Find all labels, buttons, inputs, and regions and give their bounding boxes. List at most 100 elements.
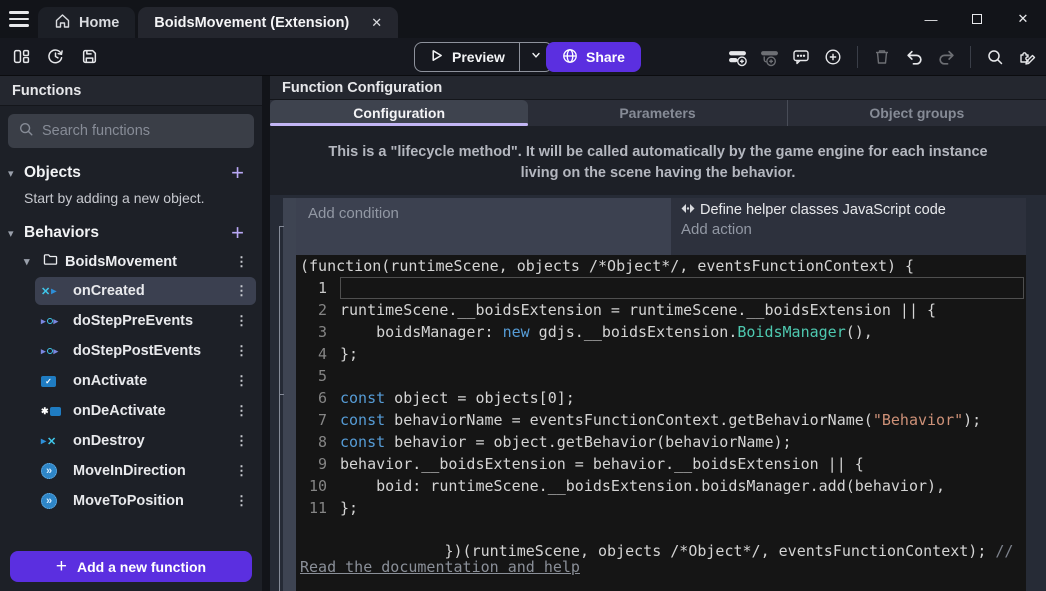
objects-section-title: Objects (24, 164, 81, 182)
add-object-button[interactable]: + (225, 164, 250, 182)
save-project-button[interactable] (76, 44, 102, 70)
tab-home[interactable]: Home (38, 7, 135, 38)
tab-object-groups[interactable]: Object groups (787, 100, 1046, 126)
function-menu-button[interactable]: ⋮ (231, 313, 252, 329)
toolbar-right-group (724, 44, 1040, 70)
add-function-button[interactable]: + Add a new function (10, 551, 252, 582)
code-line-10[interactable]: 10 boid: runtimeScene.__boidsExtension.b… (296, 475, 1026, 497)
lifecycle-created-icon: ✕▸ (41, 285, 65, 298)
toolbar-left-group (0, 44, 102, 70)
event-drag-handle[interactable] (283, 198, 296, 591)
code-line-5[interactable]: 5 (296, 365, 1026, 387)
search-functions-input[interactable] (42, 123, 244, 139)
open-project-manager-button[interactable] (8, 44, 34, 70)
share-button[interactable]: Share (546, 42, 641, 72)
undo-button[interactable] (901, 44, 927, 70)
code-line-11[interactable]: 11}; (296, 497, 1026, 519)
minimize-button[interactable]: — (908, 0, 954, 38)
panel-divider[interactable] (262, 76, 270, 591)
function-item-onDeActivate[interactable]: ✱ onDeActivate ⋮ (35, 397, 256, 425)
code-line-2[interactable]: 2runtimeScene.__boidsExtension = runtime… (296, 299, 1026, 321)
objects-empty-hint: Start by adding a new object. (0, 188, 262, 216)
search-events-button[interactable] (982, 44, 1008, 70)
folder-name: BoidsMovement (65, 254, 177, 270)
code-wrapper-close: })(runtimeScene, objects /*Object*/, eve… (296, 519, 1026, 591)
function-item-doStepPostEvents[interactable]: ▸▸ doStepPostEvents ⋮ (35, 337, 256, 365)
maximize-button[interactable] (954, 0, 1000, 38)
js-code-event[interactable]: Add condition Define helper classes Java… (283, 198, 1026, 591)
behaviors-section-title: Behaviors (24, 224, 99, 242)
delete-selection-button[interactable] (869, 44, 895, 70)
add-event-button[interactable] (724, 44, 750, 70)
function-item-MoveToPosition[interactable]: » MoveToPosition ⋮ (35, 487, 256, 515)
undo-icon (905, 48, 924, 67)
folder-menu-button[interactable]: ⋮ (231, 254, 252, 270)
function-item-onActivate[interactable]: ✓ onActivate ⋮ (35, 367, 256, 395)
code-line-3[interactable]: 3 boidsManager: new gdjs.__boidsExtensio… (296, 321, 1026, 343)
code-line-4[interactable]: 4}; (296, 343, 1026, 365)
function-menu-button[interactable]: ⋮ (231, 283, 252, 299)
toolbar-divider (857, 46, 858, 68)
function-menu-button[interactable]: ⋮ (231, 463, 252, 479)
code-lines: 12runtimeScene.__boidsExtension = runtim… (296, 277, 1026, 519)
search-functions-box[interactable] (8, 114, 254, 148)
chevron-down-icon[interactable]: ▾ (8, 167, 24, 180)
tab-parameters[interactable]: Parameters (528, 100, 786, 126)
add-sub-event-button[interactable] (756, 44, 782, 70)
close-tab-button[interactable]: ✕ (371, 15, 382, 31)
main-menu-button[interactable] (0, 0, 38, 38)
version-history-button[interactable] (42, 44, 68, 70)
functions-panel: Functions ▾ Objects + Start by adding a … (0, 76, 262, 591)
js-event-title-row[interactable]: Define helper classes JavaScript code (681, 202, 1016, 218)
add-comment-button[interactable] (788, 44, 814, 70)
chevron-down-icon (530, 48, 542, 66)
add-behavior-button[interactable]: + (225, 224, 250, 242)
function-menu-button[interactable]: ⋮ (231, 403, 252, 419)
toolbar-divider (970, 46, 971, 68)
function-name: doStepPostEvents (73, 343, 201, 359)
function-item-onCreated[interactable]: ✕▸ onCreated ⋮ (35, 277, 256, 305)
function-name: doStepPreEvents (73, 313, 193, 329)
code-line-7[interactable]: 7const behaviorName = eventsFunctionCont… (296, 409, 1026, 431)
gdevelop-window: Home BoidsMovement (Extension) ✕ — ✕ (0, 0, 1046, 591)
preview-button[interactable]: Preview (415, 43, 519, 71)
function-menu-button[interactable]: ⋮ (231, 433, 252, 449)
behavior-folder-boidsmovement[interactable]: ▾ BoidsMovement ⋮ (0, 248, 262, 275)
add-condition-button[interactable]: Add condition (296, 198, 671, 255)
chevron-down-icon[interactable]: ▾ (24, 255, 36, 268)
function-menu-button[interactable]: ⋮ (231, 373, 252, 389)
code-line-1[interactable]: 1 (296, 277, 1026, 299)
lifecycle-step-icon: ▸▸ (41, 346, 65, 357)
redo-button[interactable] (933, 44, 959, 70)
function-menu-button[interactable]: ⋮ (231, 343, 252, 359)
function-item-onDestroy[interactable]: ▸✕ onDestroy ⋮ (35, 427, 256, 455)
code-line-9[interactable]: 9behavior.__boidsExtension = behavior.__… (296, 453, 1026, 475)
search-icon (18, 121, 34, 142)
add-action-button[interactable]: Add action (681, 221, 1016, 238)
documentation-link[interactable]: Read the documentation and help (300, 558, 580, 576)
function-configuration-title: Function Configuration (270, 76, 1046, 100)
tab-configuration[interactable]: Configuration (270, 100, 528, 126)
chevron-down-icon[interactable]: ▾ (8, 227, 24, 240)
close-window-button[interactable]: ✕ (1000, 0, 1046, 38)
function-item-MoveInDirection[interactable]: » MoveInDirection ⋮ (35, 457, 256, 485)
tab-boidsmovement-extension[interactable]: BoidsMovement (Extension) ✕ (138, 7, 398, 38)
function-name: MoveInDirection (73, 463, 186, 479)
add-event-icon (728, 48, 747, 67)
add-other-event-button[interactable] (820, 44, 846, 70)
titlebar: Home BoidsMovement (Extension) ✕ — ✕ (0, 0, 1046, 38)
code-line-6[interactable]: 6const object = objects[0]; (296, 387, 1026, 409)
function-menu-button[interactable]: ⋮ (231, 493, 252, 509)
add-function-label: Add a new function (77, 559, 206, 575)
function-name: onActivate (73, 373, 147, 389)
code-line-8[interactable]: 8const behavior = object.getBehavior(beh… (296, 431, 1026, 453)
edit-extension-button[interactable] (1014, 44, 1040, 70)
js-code-editor[interactable]: (function(runtimeScene, objects /*Object… (296, 255, 1026, 591)
globe-icon (562, 48, 578, 67)
objects-section-header: ▾ Objects + (0, 156, 262, 188)
redo-icon (937, 48, 956, 67)
code-arrows-icon (681, 202, 695, 218)
lifecycle-activate-icon: ✓ (41, 376, 65, 387)
function-item-doStepPreEvents[interactable]: ▸▸ doStepPreEvents ⋮ (35, 307, 256, 335)
lifecycle-description-block: This is a "lifecycle method". It will be… (270, 126, 1046, 195)
